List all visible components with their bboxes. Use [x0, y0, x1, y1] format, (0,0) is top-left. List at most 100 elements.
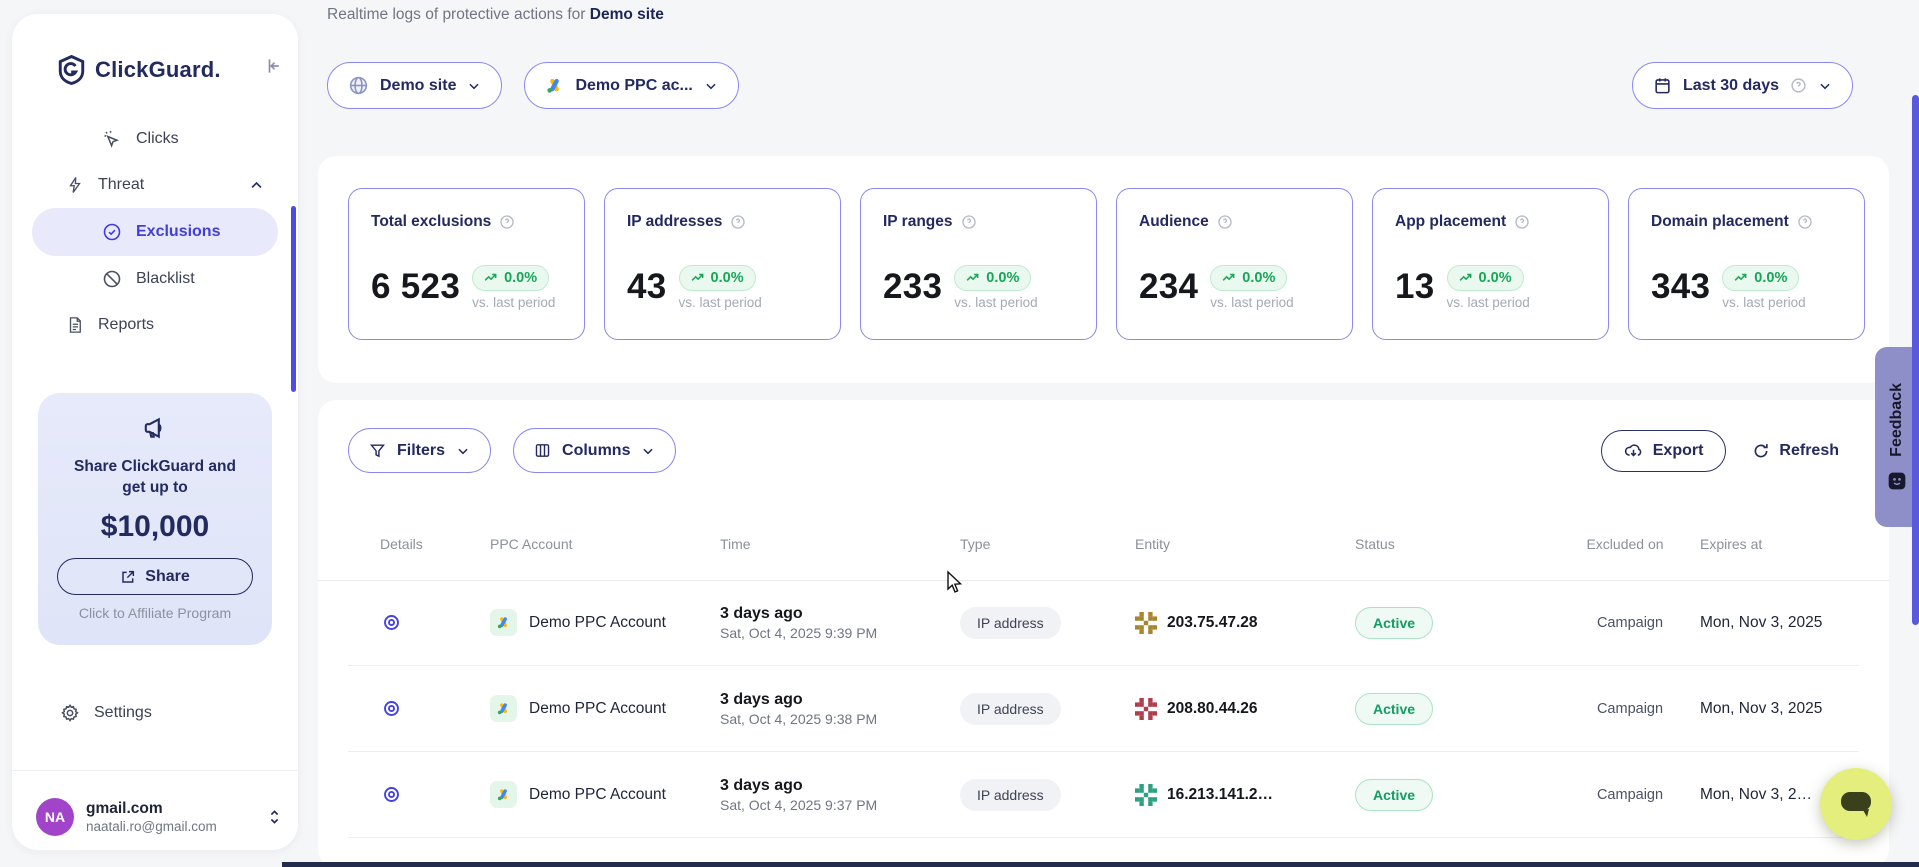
sidebar-item-reports[interactable]: Reports — [32, 302, 278, 348]
site-selector[interactable]: Demo site — [327, 62, 502, 109]
entity-cell: 203.75.47.28 — [1125, 612, 1345, 634]
help-circle-icon[interactable] — [1797, 214, 1813, 230]
feedback-label: Feedback — [1888, 383, 1906, 457]
view-details-eye-icon[interactable] — [382, 785, 480, 804]
help-circle-icon[interactable] — [730, 214, 746, 230]
stat-sub: vs. last period — [1722, 295, 1805, 310]
status-cell: Active — [1345, 693, 1560, 725]
trend-up-icon — [691, 272, 705, 284]
megaphone-icon — [142, 415, 168, 441]
filters-button[interactable]: Filters — [348, 428, 491, 473]
stat-change: 0.0% — [711, 270, 744, 286]
affiliate-link[interactable]: Click to Affiliate Program — [38, 605, 272, 621]
stat-card-audience: Audience 234 0.0% vs. last period — [1116, 188, 1353, 340]
stat-change: 0.0% — [1479, 270, 1512, 286]
stat-change: 0.0% — [504, 270, 537, 286]
export-button[interactable]: Export — [1601, 430, 1727, 472]
export-button-label: Export — [1653, 442, 1704, 460]
help-circle-icon[interactable] — [1217, 214, 1233, 230]
sidebar-item-exclusions[interactable]: Exclusions — [32, 208, 278, 256]
status-badge: Active — [1355, 779, 1433, 811]
details-cell — [348, 613, 480, 632]
details-cell — [348, 699, 480, 718]
stat-change: 0.0% — [1754, 270, 1787, 286]
expires-at-cell: Mon, Nov 3, 2025 — [1690, 614, 1859, 632]
column-header-entity[interactable]: Entity — [1125, 536, 1345, 552]
chevron-down-icon — [1818, 79, 1832, 93]
help-circle-icon[interactable] — [499, 214, 515, 230]
date-range-selector[interactable]: Last 30 days — [1632, 62, 1853, 109]
sidebar-item-settings[interactable]: Settings — [32, 690, 278, 736]
trend-up-icon — [966, 272, 980, 284]
table-row[interactable]: Demo PPC Account 3 days ago Sat, Oct 4, … — [348, 752, 1859, 838]
view-details-eye-icon[interactable] — [382, 699, 480, 718]
stat-change: 0.0% — [986, 270, 1019, 286]
table-header-row: Details PPC Account Time Type Entity Sta… — [348, 508, 1859, 580]
table-row[interactable]: Demo PPC Account 3 days ago Sat, Oct 4, … — [348, 580, 1859, 666]
sidebar-item-blacklist[interactable]: Blacklist — [32, 256, 278, 302]
refresh-icon — [1752, 442, 1770, 460]
status-cell: Active — [1345, 607, 1560, 639]
chat-launcher-button[interactable] — [1820, 768, 1892, 840]
stat-card-total-exclusions: Total exclusions 6 523 0.0% vs. last per… — [348, 188, 585, 340]
column-header-expires-at[interactable]: Expires at — [1690, 536, 1859, 552]
user-account[interactable]: NA gmail.com naatali.ro@gmail.com — [36, 786, 282, 848]
ban-icon — [102, 269, 122, 289]
columns-button-label: Columns — [562, 442, 630, 460]
columns-button[interactable]: Columns — [513, 428, 676, 473]
chat-bubble-icon — [1837, 787, 1875, 821]
column-header-excluded-on[interactable]: Excluded on — [1560, 534, 1690, 554]
view-details-eye-icon[interactable] — [382, 613, 480, 632]
brand-logo[interactable]: ClickGuard. — [58, 52, 278, 88]
sidebar-menu: Clicks Threat Exclusions — [32, 116, 278, 348]
subtitle-site: Demo site — [590, 6, 664, 23]
sidebar-collapse-icon[interactable] — [262, 56, 282, 76]
status-cell: Active — [1345, 779, 1560, 811]
column-header-status[interactable]: Status — [1345, 536, 1560, 552]
stat-label: Total exclusions — [371, 213, 491, 231]
share-button[interactable]: Share — [57, 558, 253, 595]
excluded-on-cell: Campaign — [1560, 701, 1690, 717]
time-relative: 3 days ago — [720, 603, 950, 624]
avatar: NA — [36, 798, 74, 836]
google-ads-icon — [490, 781, 517, 808]
context-selectors: Demo site Demo PPC ac... — [327, 62, 739, 109]
google-ads-icon — [545, 76, 564, 95]
table-body: Demo PPC Account 3 days ago Sat, Oct 4, … — [348, 580, 1859, 867]
viewport-bottom-edge — [282, 862, 1919, 867]
sidebar-item-clicks[interactable]: Clicks — [32, 116, 278, 162]
page-scrollbar-thumb[interactable] — [1912, 95, 1919, 625]
entity-identicon — [1135, 698, 1157, 720]
type-cell: IP address — [950, 779, 1125, 811]
excluded-on-cell: Campaign — [1560, 615, 1690, 631]
sidebar-item-threat[interactable]: Threat — [32, 162, 278, 208]
column-header-time[interactable]: Time — [710, 536, 950, 552]
column-header-details[interactable]: Details — [348, 536, 480, 552]
promo-amount: $10,000 — [38, 510, 272, 544]
time-cell: 3 days ago Sat, Oct 4, 2025 9:37 PM — [710, 775, 950, 815]
stat-label: Domain placement — [1651, 213, 1789, 231]
chevron-up-icon[interactable] — [249, 178, 264, 193]
refresh-button[interactable]: Refresh — [1752, 442, 1839, 460]
entity-identicon — [1135, 612, 1157, 634]
column-header-type[interactable]: Type — [950, 536, 1125, 552]
external-link-icon — [120, 569, 136, 585]
entity-value: 16.213.141.2… — [1167, 786, 1273, 804]
share-button-label: Share — [145, 568, 189, 586]
promo-line-2: get up to — [38, 477, 272, 498]
help-circle-icon[interactable] — [961, 214, 977, 230]
chevron-up-down-icon[interactable] — [267, 808, 282, 826]
ppc-account-selector-value: Demo PPC ac... — [575, 77, 692, 95]
ppc-account-selector[interactable]: Demo PPC ac... — [524, 62, 738, 109]
affiliate-promo-card[interactable]: Share ClickGuard and get up to $10,000 S… — [38, 393, 272, 645]
entity-value: 208.80.44.26 — [1167, 700, 1258, 718]
help-circle-icon[interactable] — [1514, 214, 1530, 230]
column-header-ppc-account[interactable]: PPC Account — [480, 536, 710, 552]
filters-button-label: Filters — [397, 442, 445, 460]
google-ads-icon — [490, 609, 517, 636]
sidebar-item-label: Clicks — [136, 130, 179, 148]
table-row[interactable]: Demo PPC Account 3 days ago Sat, Oct 4, … — [348, 666, 1859, 752]
ppc-account-cell: Demo PPC Account — [480, 695, 710, 722]
sidebar-scrollbar[interactable] — [291, 206, 296, 392]
gear-icon — [60, 703, 80, 723]
